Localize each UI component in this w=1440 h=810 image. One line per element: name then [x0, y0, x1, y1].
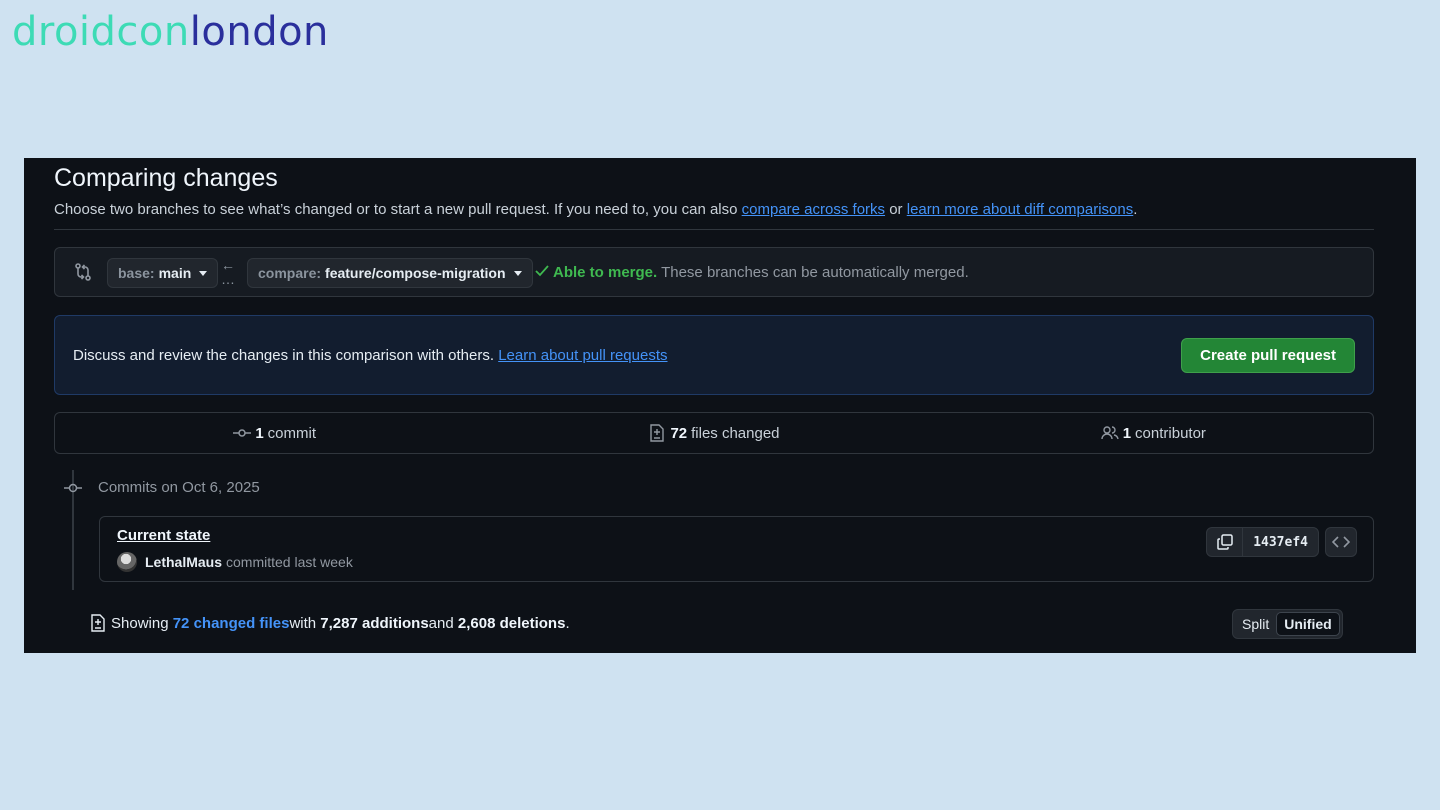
git-compare-icon — [75, 263, 91, 281]
create-pull-request-button[interactable]: Create pull request — [1181, 338, 1355, 373]
header-divider — [54, 229, 1374, 230]
diff-view-toggle: Split Unified — [1232, 609, 1343, 639]
commit-time: committed last week — [226, 554, 353, 570]
commit-author-row: LethalMaus committed last week — [117, 552, 353, 572]
chevron-down-icon — [513, 270, 522, 276]
merge-status: Able to merge. These branches can be aut… — [535, 264, 969, 281]
discuss-text: Discuss and review the changes in this c… — [73, 347, 668, 364]
swap-arrow-icon: ←… — [221, 257, 235, 287]
commits-label: commit — [267, 424, 316, 442]
contributors-label: contributor — [1135, 424, 1206, 442]
logo-droidcon: droidcon — [12, 9, 190, 55]
contributors-count: 1 — [1122, 424, 1132, 442]
code-icon — [1332, 536, 1350, 548]
github-compare-panel: Comparing changes Choose two branches to… — [24, 158, 1416, 653]
commit-title-link[interactable]: Current state — [117, 527, 210, 544]
base-branch-select[interactable]: base: main — [107, 258, 219, 288]
merge-message: These branches can be automatically merg… — [657, 264, 969, 281]
summary-and: and — [428, 614, 454, 632]
file-diff-icon — [91, 614, 105, 632]
files-label: files changed — [691, 424, 780, 442]
git-commit-icon — [64, 483, 82, 493]
base-value: main — [158, 265, 192, 281]
intro-body: Choose two branches to see what’s change… — [54, 201, 742, 218]
commits-count: 1 — [255, 424, 264, 442]
commit-item: Current state LethalMaus committed last … — [99, 516, 1374, 582]
commit-sha-group: 1437ef4 — [1206, 527, 1319, 557]
compare-forks-link[interactable]: compare across forks — [742, 201, 885, 218]
commit-author[interactable]: LethalMaus — [145, 554, 222, 570]
intro-period: . — [1133, 201, 1138, 218]
copy-icon — [1216, 534, 1233, 550]
diff-summary: Showing 72 changed files with 7,287 addi… — [90, 614, 570, 632]
additions-count: 7,287 additions — [320, 614, 429, 632]
changed-files-link[interactable]: 72 changed files — [173, 615, 290, 632]
merge-ok: Able to merge. — [553, 264, 658, 281]
summary-with: with — [289, 614, 317, 632]
avatar[interactable] — [117, 552, 137, 572]
deletions-count: 2,608 deletions — [457, 614, 566, 632]
compare-bar: base: main ←… compare: feature/compose-m… — [54, 247, 1374, 297]
logo-london: london — [189, 9, 329, 55]
people-icon — [1101, 426, 1119, 440]
diff-comparisons-link[interactable]: learn more about diff comparisons — [907, 201, 1134, 218]
git-commit-icon — [233, 429, 252, 437]
check-icon — [535, 265, 549, 277]
files-stat[interactable]: 72 files changed — [494, 413, 933, 453]
chevron-down-icon — [199, 270, 208, 276]
unified-view-option[interactable]: Unified — [1276, 612, 1340, 636]
split-view-option[interactable]: Split — [1235, 612, 1276, 636]
intro-text: Choose two branches to see what’s change… — [54, 201, 1137, 218]
commit-sha-link[interactable]: 1437ef4 — [1243, 528, 1318, 556]
base-prefix: base: — [118, 265, 155, 281]
browse-repo-button[interactable] — [1325, 527, 1357, 557]
page-title: Comparing changes — [54, 164, 278, 192]
commits-date-header: Commits on Oct 6, 2025 — [98, 479, 260, 496]
intro-or: or — [885, 201, 907, 218]
summary-period: . — [565, 614, 570, 632]
summary-prefix: Showing — [111, 614, 169, 632]
compare-prefix: compare: — [258, 265, 322, 281]
stats-bar: 1 commit 72 files changed 1 contributor — [54, 412, 1374, 454]
compare-value: feature/compose-migration — [325, 265, 506, 281]
droidcon-london-logo: droidcon london — [12, 6, 329, 58]
discuss-box: Discuss and review the changes in this c… — [54, 315, 1374, 395]
commits-stat[interactable]: 1 commit — [55, 413, 494, 453]
contributors-stat[interactable]: 1 contributor — [934, 413, 1373, 453]
copy-sha-button[interactable] — [1207, 528, 1244, 556]
discuss-body: Discuss and review the changes in this c… — [73, 347, 499, 364]
files-count: 72 — [670, 424, 688, 442]
learn-pr-link[interactable]: Learn about pull requests — [498, 347, 667, 364]
file-diff-icon — [650, 424, 665, 442]
compare-branch-select[interactable]: compare: feature/compose-migration — [247, 258, 533, 288]
